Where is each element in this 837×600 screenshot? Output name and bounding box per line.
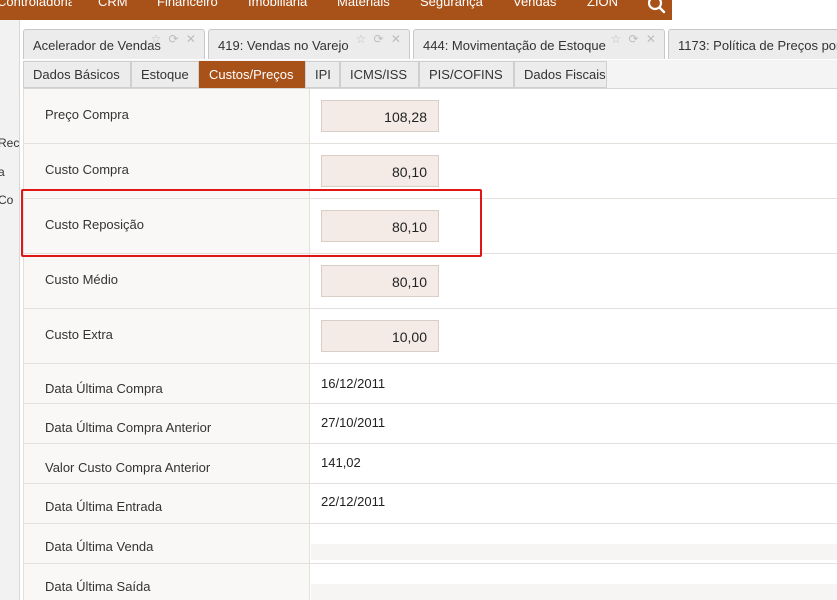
tab-actions-icon[interactable]: ☆ ⟳ ✕ xyxy=(355,32,403,46)
data-ultima-compra-anterior-value: 27/10/2011 xyxy=(321,415,386,430)
menu-seguranca[interactable]: Segurança xyxy=(420,0,486,20)
field-label: Preço Compra xyxy=(45,107,129,122)
form-row-preco-compra: Preço Compra 108,28 xyxy=(24,89,837,144)
menu-vendas[interactable]: Vendas xyxy=(513,0,561,20)
field-label: Custo Médio xyxy=(45,272,118,287)
field-label: Data Última Compra xyxy=(45,381,163,396)
data-ultima-entrada-value: 22/12/2011 xyxy=(321,494,386,509)
form-row-valor-custo-compra-anterior: Valor Custo Compra Anterior 141,02 xyxy=(24,444,837,484)
label-cell: Data Última Compra Anterior xyxy=(24,404,310,443)
label-cell: Preço Compra xyxy=(24,89,310,143)
costs-form: Preço Compra 108,28 Custo Compra 80,10 C… xyxy=(23,89,837,600)
sidebar-item[interactable]: a xyxy=(0,165,5,179)
form-row-custo-extra: Custo Extra 10,00 xyxy=(24,309,837,364)
tab-actions-icon[interactable]: ☆ ⟳ ✕ xyxy=(610,32,658,46)
field-label: Data Última Saída xyxy=(45,579,151,594)
menu-imobiliaria[interactable]: Imobiliária xyxy=(248,0,310,20)
form-row-custo-compra: Custo Compra 80,10 xyxy=(24,144,837,199)
label-cell: Data Última Saída xyxy=(24,564,310,600)
label-cell: Data Última Venda xyxy=(24,524,310,563)
custo-extra-field[interactable]: 10,00 xyxy=(321,320,439,352)
form-row-custo-medio: Custo Médio 80,10 xyxy=(24,254,837,309)
sidebar: Recel a Co xyxy=(0,20,20,600)
custo-reposicao-field[interactable]: 80,10 xyxy=(321,210,439,242)
field-label: Custo Compra xyxy=(45,162,129,177)
field-label: Data Última Entrada xyxy=(45,499,163,514)
sidebar-item[interactable]: Co xyxy=(0,193,13,207)
field-label: Custo Extra xyxy=(45,327,113,342)
top-menu-bar: Controladoria CRM Financeiro Imobiliária… xyxy=(0,0,837,20)
menu-financeiro[interactable]: Financeiro xyxy=(157,0,223,20)
label-cell: Custo Médio xyxy=(24,254,310,308)
tab-estoque[interactable]: Estoque xyxy=(131,61,199,88)
form-row-data-ultima-compra-anterior: Data Última Compra Anterior 27/10/2011 xyxy=(24,404,837,444)
menu-materiais[interactable]: Materiais xyxy=(337,0,395,20)
field-label: Data Última Venda xyxy=(45,539,154,554)
valor-custo-compra-anterior-value: 141,02 xyxy=(321,455,361,470)
label-cell: Data Última Entrada xyxy=(24,484,310,523)
sidebar-item[interactable]: Recel xyxy=(0,136,19,150)
form-row-data-ultima-venda: Data Última Venda xyxy=(24,524,837,564)
tab-dados-fiscais[interactable]: Dados Fiscais xyxy=(514,61,607,88)
data-ultima-saida-value xyxy=(311,584,837,600)
tab-icms-iss[interactable]: ICMS/ISS xyxy=(340,61,419,88)
tab-label: Acelerador de Vendas xyxy=(33,38,161,53)
field-label: Custo Reposição xyxy=(45,217,144,232)
search-button[interactable] xyxy=(640,0,672,20)
data-ultima-venda-value xyxy=(311,544,837,560)
custo-compra-field[interactable]: 80,10 xyxy=(321,155,439,187)
label-cell: Custo Extra xyxy=(24,309,310,363)
field-label: Valor Custo Compra Anterior xyxy=(45,460,211,475)
label-cell: Valor Custo Compra Anterior xyxy=(24,444,310,483)
form-row-data-ultima-compra: Data Última Compra 16/12/2011 xyxy=(24,364,837,404)
section-tabs: Dados Básicos Estoque Custos/Preços IPI … xyxy=(23,60,837,89)
preco-compra-field[interactable]: 108,28 xyxy=(321,100,439,132)
custo-medio-field[interactable]: 80,10 xyxy=(321,265,439,297)
label-cell: Data Última Compra xyxy=(24,364,310,403)
tab-label: 444: Movimentação de Estoque xyxy=(423,38,606,53)
tab-acelerador-de-vendas[interactable]: Acelerador de Vendas ☆ ⟳ ✕ xyxy=(23,29,205,59)
tab-label: 1173: Política de Preços por xyxy=(678,38,837,53)
menu-zion[interactable]: ZION xyxy=(587,0,623,20)
data-ultima-compra-value: 16/12/2011 xyxy=(321,376,386,391)
form-row-custo-reposicao: Custo Reposição 80,10 xyxy=(24,199,837,254)
form-row-data-ultima-entrada: Data Última Entrada 22/12/2011 xyxy=(24,484,837,524)
menu-controladoria[interactable]: Controladoria xyxy=(0,0,72,20)
tab-custos-precos[interactable]: Custos/Preços xyxy=(199,61,305,88)
field-label: Data Última Compra Anterior xyxy=(45,420,212,435)
search-icon xyxy=(648,0,666,14)
document-tabs: Acelerador de Vendas ☆ ⟳ ✕ 419: Vendas n… xyxy=(20,20,837,60)
tab-actions-icon[interactable]: ☆ ⟳ ✕ xyxy=(150,32,198,46)
form-row-data-ultima-saida: Data Última Saída xyxy=(24,564,837,600)
label-cell: Custo Reposição xyxy=(24,199,310,253)
tab-pis-cofins[interactable]: PIS/COFINS xyxy=(419,61,514,88)
tab-politica-de-precos[interactable]: 1173: Política de Preços por xyxy=(668,29,837,59)
tab-dados-basicos[interactable]: Dados Básicos xyxy=(23,61,131,88)
tab-label: 419: Vendas no Varejo xyxy=(218,38,349,53)
menu-crm[interactable]: CRM xyxy=(98,0,130,20)
label-cell: Custo Compra xyxy=(24,144,310,198)
tab-movimentacao-de-estoque[interactable]: 444: Movimentação de Estoque ☆ ⟳ ✕ xyxy=(413,29,665,59)
tab-vendas-no-varejo[interactable]: 419: Vendas no Varejo ☆ ⟳ ✕ xyxy=(208,29,410,59)
tab-ipi[interactable]: IPI xyxy=(305,61,340,88)
